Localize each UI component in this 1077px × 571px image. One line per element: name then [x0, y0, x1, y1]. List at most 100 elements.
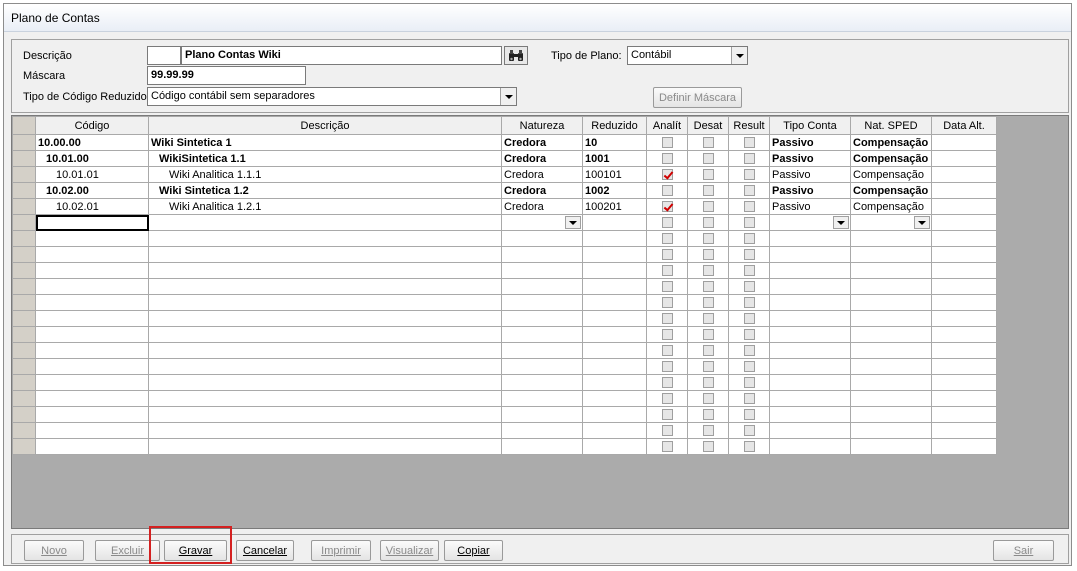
desat-checkbox[interactable] — [702, 297, 714, 308]
table-row-empty[interactable] — [12, 438, 997, 455]
tipo-conta-cell[interactable]: Passivo — [769, 182, 851, 199]
col-tipo-conta[interactable]: Tipo Conta — [769, 116, 851, 135]
desat-checkbox[interactable] — [702, 169, 714, 180]
reduzido-cell[interactable]: 100201 — [582, 198, 647, 215]
codigo-cell[interactable] — [35, 294, 149, 311]
analit-checkbox[interactable] — [661, 425, 673, 436]
sair-button[interactable]: Sair — [993, 540, 1054, 561]
analit-checkbox[interactable] — [661, 345, 673, 356]
chevron-down-icon[interactable] — [565, 216, 581, 229]
codigo-cell[interactable] — [35, 374, 149, 391]
tipo-conta-cell[interactable] — [769, 214, 851, 231]
col-data-alt[interactable]: Data Alt. — [931, 116, 997, 135]
reduzido-cell[interactable] — [582, 294, 647, 311]
desat-checkbox[interactable] — [702, 265, 714, 276]
natureza-cell[interactable] — [501, 390, 583, 407]
codigo-cell[interactable] — [35, 326, 149, 343]
descricao-cell[interactable] — [148, 390, 502, 407]
analit-checkbox[interactable] — [661, 201, 673, 212]
natureza-cell[interactable]: Credora — [501, 166, 583, 183]
codigo-cell[interactable] — [35, 214, 149, 231]
cancelar-button[interactable]: Cancelar — [236, 540, 294, 561]
table-row-empty[interactable] — [12, 342, 997, 359]
analit-checkbox[interactable] — [661, 377, 673, 388]
desat-checkbox[interactable] — [702, 185, 714, 196]
table-row[interactable]: 10.02.00 Wiki Sintetica 1.2 Credora 1002 Pas… — [12, 182, 997, 199]
data-alt-cell[interactable] — [931, 422, 997, 439]
data-alt-cell[interactable] — [931, 294, 997, 311]
analit-checkbox[interactable] — [661, 185, 673, 196]
row-selector[interactable] — [12, 374, 36, 391]
desat-checkbox[interactable] — [702, 201, 714, 212]
reduzido-cell[interactable] — [582, 358, 647, 375]
tipo-conta-cell[interactable] — [769, 230, 851, 247]
nat-sped-cell[interactable] — [850, 278, 932, 295]
visualizar-button[interactable]: Visualizar — [380, 540, 439, 561]
result-checkbox[interactable] — [743, 281, 755, 292]
nat-sped-cell[interactable] — [850, 406, 932, 423]
reduzido-cell[interactable]: 1001 — [582, 150, 647, 167]
chevron-down-icon[interactable] — [500, 88, 516, 105]
nat-sped-cell[interactable] — [850, 214, 932, 231]
result-checkbox[interactable] — [743, 345, 755, 356]
table-row-empty[interactable] — [12, 422, 997, 439]
table-row-empty[interactable] — [12, 294, 997, 311]
table-row-empty[interactable] — [12, 390, 997, 407]
descricao-cell[interactable] — [148, 246, 502, 263]
row-selector[interactable] — [12, 150, 36, 167]
natureza-cell[interactable] — [501, 294, 583, 311]
data-alt-cell[interactable] — [931, 358, 997, 375]
desat-checkbox[interactable] — [702, 281, 714, 292]
analit-checkbox[interactable] — [661, 169, 673, 180]
codigo-cell[interactable] — [35, 342, 149, 359]
data-alt-cell[interactable] — [931, 406, 997, 423]
table-row-empty[interactable] — [12, 374, 997, 391]
tipo-conta-cell[interactable]: Passivo — [769, 150, 851, 167]
row-selector[interactable] — [12, 198, 36, 215]
descricao-cell[interactable] — [148, 342, 502, 359]
reduzido-cell[interactable] — [582, 230, 647, 247]
descricao-cell[interactable] — [148, 358, 502, 375]
col-result[interactable]: Result — [728, 116, 770, 135]
row-selector[interactable] — [12, 390, 36, 407]
chevron-down-icon[interactable] — [914, 216, 930, 229]
desat-checkbox[interactable] — [702, 361, 714, 372]
natureza-cell[interactable] — [501, 326, 583, 343]
descricao-cell[interactable] — [148, 278, 502, 295]
descricao-cell[interactable] — [148, 262, 502, 279]
data-alt-cell[interactable] — [931, 198, 997, 215]
data-alt-cell[interactable] — [931, 150, 997, 167]
desat-checkbox[interactable] — [702, 153, 714, 164]
analit-checkbox[interactable] — [661, 329, 673, 340]
natureza-cell[interactable] — [501, 310, 583, 327]
natureza-cell[interactable]: Credora — [501, 198, 583, 215]
natureza-cell[interactable]: Credora — [501, 150, 583, 167]
desat-checkbox[interactable] — [702, 377, 714, 388]
reduzido-cell[interactable]: 100101 — [582, 166, 647, 183]
data-alt-cell[interactable] — [931, 134, 997, 151]
descricao-cell[interactable] — [148, 422, 502, 439]
reduzido-cell[interactable] — [582, 422, 647, 439]
natureza-cell[interactable] — [501, 246, 583, 263]
natureza-cell[interactable] — [501, 262, 583, 279]
reduzido-cell[interactable] — [582, 214, 647, 231]
tipo-conta-cell[interactable]: Passivo — [769, 166, 851, 183]
desat-checkbox[interactable] — [702, 217, 714, 228]
nat-sped-cell[interactable] — [850, 358, 932, 375]
col-desat[interactable]: Desat — [687, 116, 729, 135]
result-checkbox[interactable] — [743, 377, 755, 388]
result-checkbox[interactable] — [743, 185, 755, 196]
col-codigo[interactable]: Código — [35, 116, 149, 135]
analit-checkbox[interactable] — [661, 153, 673, 164]
reduzido-cell[interactable] — [582, 342, 647, 359]
codigo-cell[interactable] — [35, 422, 149, 439]
result-checkbox[interactable] — [743, 393, 755, 404]
row-selector[interactable] — [12, 230, 36, 247]
descricao-cell[interactable]: WikiSintetica 1.1 — [148, 150, 502, 167]
table-row[interactable]: 10.00.00 Wiki Sintetica 1 Credora 10 Passivo… — [12, 134, 997, 151]
reduzido-cell[interactable] — [582, 262, 647, 279]
nat-sped-cell[interactable]: Compensação — [850, 134, 932, 151]
data-alt-cell[interactable] — [931, 374, 997, 391]
reduzido-cell[interactable]: 1002 — [582, 182, 647, 199]
natureza-cell[interactable] — [501, 358, 583, 375]
